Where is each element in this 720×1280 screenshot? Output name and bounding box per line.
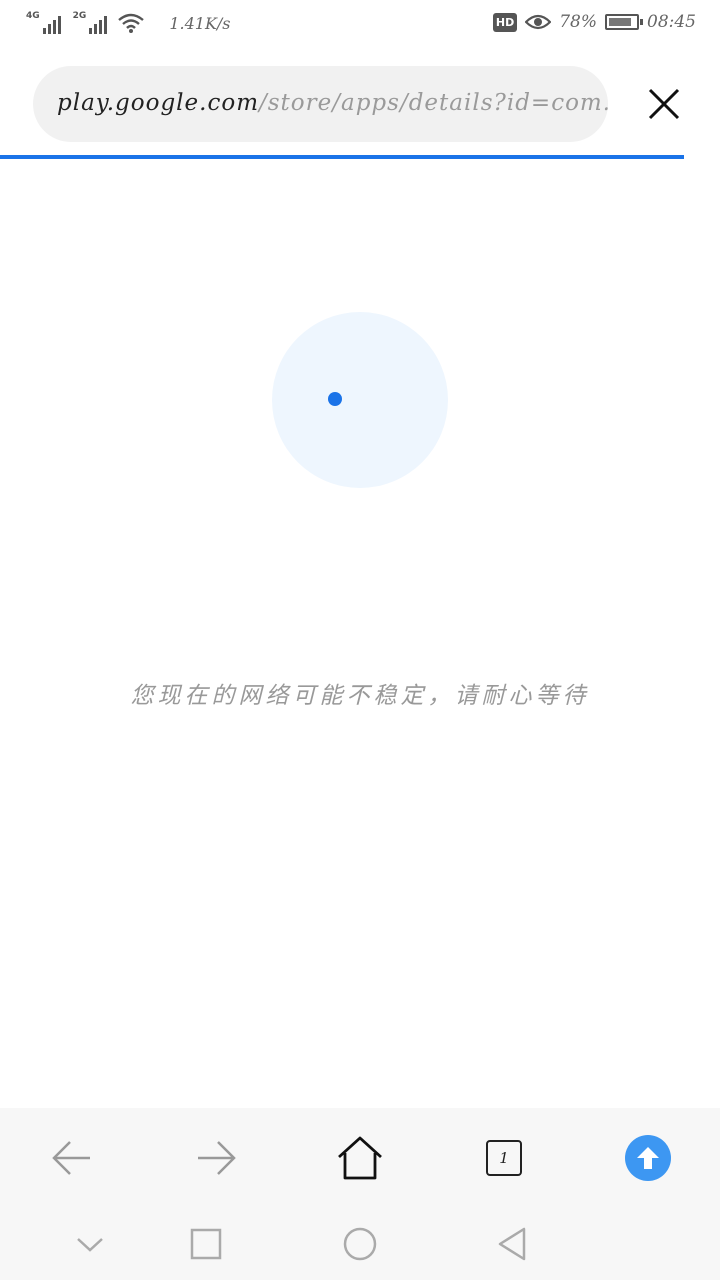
- network-speed: 1.41K/s: [169, 13, 231, 33]
- back-arrow-icon: [52, 1141, 90, 1175]
- browser-toolbar: 1: [0, 1108, 720, 1208]
- page-load-progress-bar: [0, 155, 684, 159]
- home-icon: [338, 1136, 382, 1180]
- network-type-2: 2G: [72, 11, 87, 21]
- hide-keyboard-button[interactable]: [70, 1224, 110, 1264]
- signal-icon: 2G: [73, 12, 108, 34]
- tab-count: 1: [499, 1149, 509, 1167]
- network-unstable-message: 您现在的网络可能不稳定，请耐心等待: [130, 683, 590, 709]
- clock: 08:45: [647, 12, 696, 32]
- system-back-button[interactable]: [492, 1224, 532, 1264]
- url-path: /store/apps/details?id=com.seg: [259, 90, 608, 116]
- forward-button[interactable]: [190, 1132, 242, 1184]
- network-type-1: 4G: [26, 11, 40, 21]
- tabs-icon: 1: [486, 1140, 522, 1176]
- home-button[interactable]: [334, 1132, 386, 1184]
- eye-icon: [525, 14, 552, 30]
- url-host: play.google.com: [57, 90, 259, 116]
- back-button[interactable]: [46, 1132, 98, 1184]
- upload-button[interactable]: [622, 1132, 674, 1184]
- recent-apps-icon: [190, 1228, 222, 1260]
- home-circle-icon: [343, 1227, 377, 1261]
- upload-icon: [625, 1135, 671, 1181]
- back-triangle-icon: [498, 1227, 526, 1261]
- battery-percent: 78%: [559, 12, 597, 32]
- system-nav-bar: [0, 1208, 720, 1280]
- loading-spinner: [272, 312, 448, 488]
- signal-icon: 4G: [26, 12, 61, 34]
- address-bar[interactable]: play.google.com/store/apps/details?id=co…: [33, 66, 608, 142]
- close-button[interactable]: [640, 80, 688, 128]
- forward-arrow-icon: [198, 1141, 236, 1175]
- tabs-button[interactable]: 1: [478, 1132, 530, 1184]
- hd-badge: HD: [492, 12, 518, 32]
- close-icon: [648, 88, 680, 120]
- system-home-button[interactable]: [340, 1224, 380, 1264]
- loading-dot: [328, 392, 342, 406]
- wifi-icon: [118, 13, 145, 33]
- battery-icon: [605, 14, 643, 30]
- recent-apps-button[interactable]: [186, 1224, 226, 1264]
- url-text[interactable]: play.google.com/store/apps/details?id=co…: [57, 90, 608, 116]
- status-bar: 4G 2G 1.41K/s HD 78% 08:45: [0, 0, 720, 52]
- chevron-down-icon: [77, 1238, 103, 1252]
